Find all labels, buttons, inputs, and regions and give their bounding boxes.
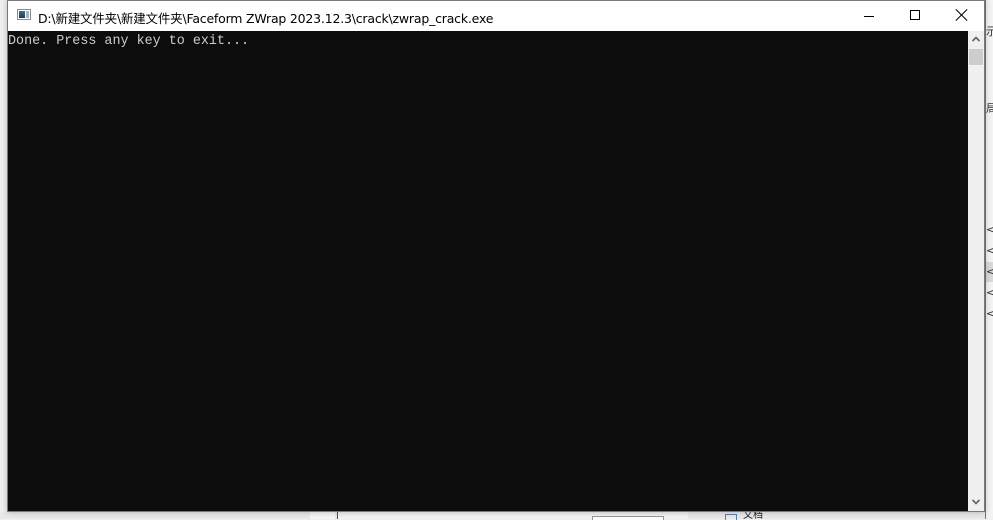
- scroll-up-button[interactable]: [968, 31, 984, 48]
- background-text: 示: [986, 25, 993, 38]
- background-panel: [310, 512, 335, 519]
- close-icon: [955, 9, 967, 21]
- title-bar[interactable]: D:\新建文件夹\新建文件夹\Faceform ZWrap 2023.12.3\…: [8, 1, 984, 31]
- scroll-thumb[interactable]: [969, 49, 983, 65]
- background-list-item: <.: [986, 307, 993, 320]
- maximize-icon: [910, 10, 920, 20]
- maximize-button[interactable]: [892, 1, 938, 31]
- background-list-item: <.: [986, 286, 993, 299]
- chevron-down-icon: [972, 499, 980, 505]
- background-input: [592, 516, 664, 520]
- background-list-item: <.: [986, 265, 993, 278]
- background-list-item: <.: [986, 223, 993, 236]
- background-window-bottom: 文档: [0, 512, 985, 520]
- background-text: 局: [986, 102, 993, 115]
- console-app-icon[interactable]: [17, 9, 31, 20]
- console-window[interactable]: D:\新建文件夹\新建文件夹\Faceform ZWrap 2023.12.3\…: [7, 0, 985, 512]
- chevron-up-icon: [972, 36, 980, 42]
- background-window-right: [985, 0, 993, 519]
- console-output[interactable]: Done. Press any key to exit...: [8, 31, 968, 511]
- close-button[interactable]: [938, 1, 984, 31]
- vertical-scrollbar[interactable]: [968, 31, 984, 511]
- window-title: D:\新建文件夹\新建文件夹\Faceform ZWrap 2023.12.3\…: [38, 11, 494, 26]
- background-list-item: <.: [986, 244, 993, 257]
- minimize-icon: [864, 16, 874, 17]
- document-icon: [725, 514, 737, 520]
- console-line: Done. Press any key to exit...: [8, 34, 250, 49]
- background-text: 文档: [743, 512, 763, 519]
- scroll-down-button[interactable]: [968, 494, 984, 511]
- minimize-button[interactable]: [846, 1, 892, 31]
